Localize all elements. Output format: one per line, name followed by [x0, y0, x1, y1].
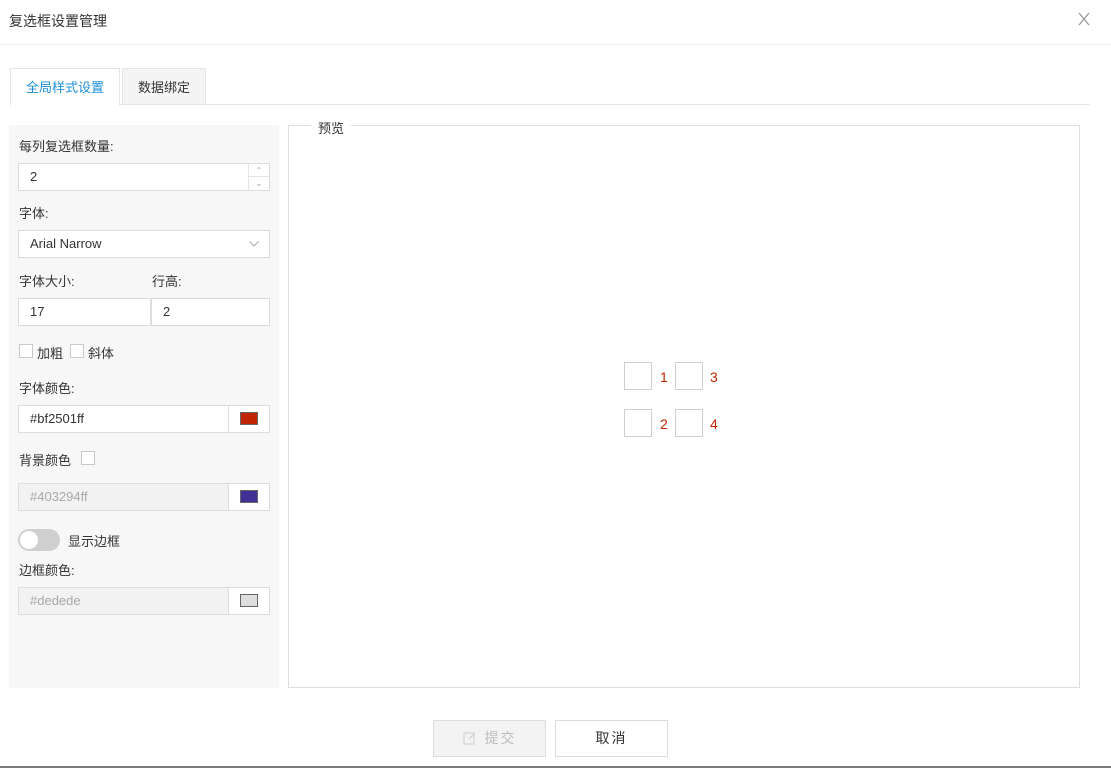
font-color-picker[interactable]	[228, 405, 270, 433]
cancel-button[interactable]: 取消	[555, 720, 668, 757]
bg-color-input[interactable]: #403294ff	[18, 483, 229, 511]
dialog-header: 复选框设置管理	[0, 0, 1111, 45]
italic-checkbox[interactable]	[70, 344, 84, 358]
preview-checkbox-label: 4	[710, 416, 718, 432]
bg-color-label: 背景颜色	[19, 453, 72, 468]
preview-checkbox[interactable]	[675, 362, 703, 390]
border-color-label: 边框颜色:	[19, 563, 75, 578]
bg-color-value: #403294ff	[30, 489, 88, 504]
preview-checkbox[interactable]	[675, 409, 703, 437]
preview-legend: 预览	[311, 118, 352, 137]
font-color-input[interactable]: #bf2501ff	[18, 405, 229, 433]
toggle-knob	[20, 531, 38, 549]
dialog-title: 复选框设置管理	[9, 13, 107, 29]
italic-label: 斜体	[88, 346, 115, 361]
border-color-picker[interactable]	[228, 587, 270, 615]
settings-panel: 每列复选框数量: 2 ⌃ ⌄ 字体: Arial Narrow 字体大小: 行高…	[9, 125, 279, 688]
per-column-count-input[interactable]: 2 ⌃ ⌄	[18, 163, 270, 191]
font-size-value: 17	[30, 304, 45, 319]
font-label: 字体:	[19, 206, 49, 221]
font-select[interactable]: Arial Narrow	[18, 230, 270, 258]
stepper-up-icon[interactable]: ⌃	[249, 164, 269, 177]
preview-checkbox-label: 2	[660, 416, 668, 432]
preview-fieldset: 预览 1 3 2 4	[288, 118, 1080, 688]
tab-global-style[interactable]: 全局样式设置	[10, 68, 120, 106]
font-color-value: #bf2501ff	[30, 411, 84, 426]
bg-color-checkbox[interactable]	[81, 451, 95, 465]
chevron-down-icon	[249, 241, 259, 247]
submit-button[interactable]: 提交	[433, 720, 546, 757]
preview-checkbox-label: 3	[710, 369, 718, 385]
font-color-label: 字体颜色:	[19, 381, 75, 396]
tab-data-binding[interactable]: 数据绑定	[122, 68, 206, 105]
cancel-label: 取消	[595, 730, 628, 746]
checkbox-settings-dialog: 复选框设置管理 全局样式设置 数据绑定 每列复选框数量: 2 ⌃ ⌄ 字体: A…	[0, 0, 1111, 768]
tab-bar: 全局样式设置 数据绑定	[10, 68, 1090, 106]
bg-color-picker[interactable]	[228, 483, 270, 511]
font-select-value: Arial Narrow	[30, 236, 102, 251]
border-color-value: #dedede	[30, 593, 81, 608]
close-icon[interactable]	[1074, 9, 1094, 29]
preview-checkbox[interactable]	[624, 409, 652, 437]
show-border-label: 显示边框	[68, 534, 121, 549]
preview-checkbox-label: 1	[660, 369, 668, 385]
line-height-label: 行高:	[152, 274, 182, 289]
preview-checkbox[interactable]	[624, 362, 652, 390]
number-stepper[interactable]: ⌃ ⌄	[248, 164, 269, 190]
show-border-toggle[interactable]	[18, 529, 60, 551]
border-color-input[interactable]: #dedede	[18, 587, 229, 615]
per-column-count-label: 每列复选框数量:	[19, 139, 114, 154]
font-size-input[interactable]: 17	[18, 298, 151, 326]
edit-icon	[463, 732, 475, 745]
font-size-label: 字体大小:	[19, 274, 75, 289]
bg-color-swatch	[240, 490, 258, 503]
stepper-down-icon[interactable]: ⌄	[249, 177, 269, 190]
bold-checkbox[interactable]	[19, 344, 33, 358]
line-height-input[interactable]: 2	[151, 298, 270, 326]
submit-label: 提交	[484, 730, 517, 746]
line-height-value: 2	[163, 304, 171, 319]
bold-label: 加粗	[37, 346, 64, 361]
border-color-swatch	[240, 594, 258, 607]
per-column-count-value: 2	[30, 169, 38, 184]
font-color-swatch	[240, 412, 258, 425]
